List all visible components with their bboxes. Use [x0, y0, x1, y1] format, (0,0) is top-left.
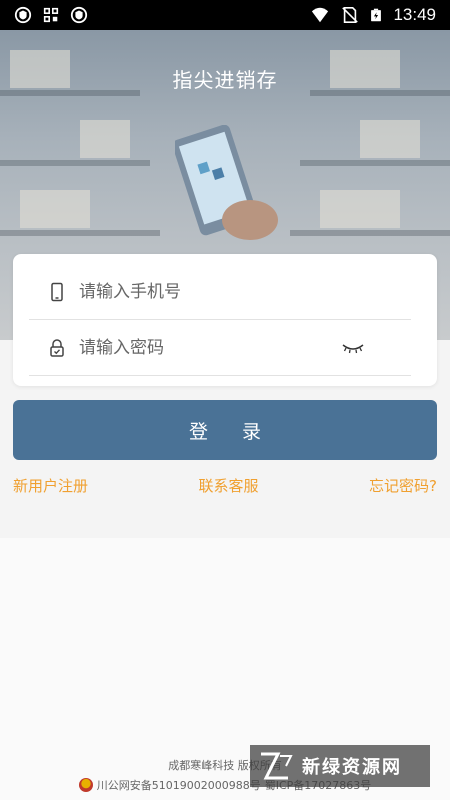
status-right-icons: 13:49	[309, 5, 436, 25]
police-record-text: 川公网安备51019002000988号	[96, 779, 261, 792]
support-link[interactable]: 联系客服	[199, 475, 259, 496]
auth-links: 新用户注册 联系客服 忘记密码?	[13, 475, 437, 496]
forgot-password-link[interactable]: 忘记密码?	[369, 475, 437, 496]
watermark: 新绿资源网	[250, 745, 430, 787]
password-input[interactable]	[79, 337, 341, 358]
login-form	[13, 254, 437, 386]
status-bar: 13:49	[0, 0, 450, 30]
app-title: 指尖进销存	[172, 68, 278, 92]
status-left-icons	[14, 6, 88, 24]
eye-closed-icon[interactable]	[341, 340, 365, 356]
wifi-icon	[312, 7, 329, 23]
lock-icon	[50, 338, 64, 357]
login-button[interactable]: 登 录	[13, 400, 437, 460]
grid-icon	[43, 7, 59, 23]
register-link[interactable]: 新用户注册	[13, 475, 88, 496]
mobile-phone-icon	[51, 282, 63, 301]
battery-charging-icon	[371, 8, 382, 22]
phone-input[interactable]	[79, 281, 411, 302]
phone-illustration	[175, 125, 278, 240]
password-field	[29, 320, 411, 376]
phone-field	[29, 264, 411, 320]
watermark-logo-icon	[261, 752, 293, 780]
shield-icon	[70, 6, 88, 24]
police-badge-icon	[78, 778, 93, 792]
shield-icon	[14, 6, 32, 24]
no-sim-icon	[342, 6, 359, 24]
status-time: 13:49	[393, 5, 436, 24]
watermark-text: 新绿资源网	[302, 757, 402, 778]
